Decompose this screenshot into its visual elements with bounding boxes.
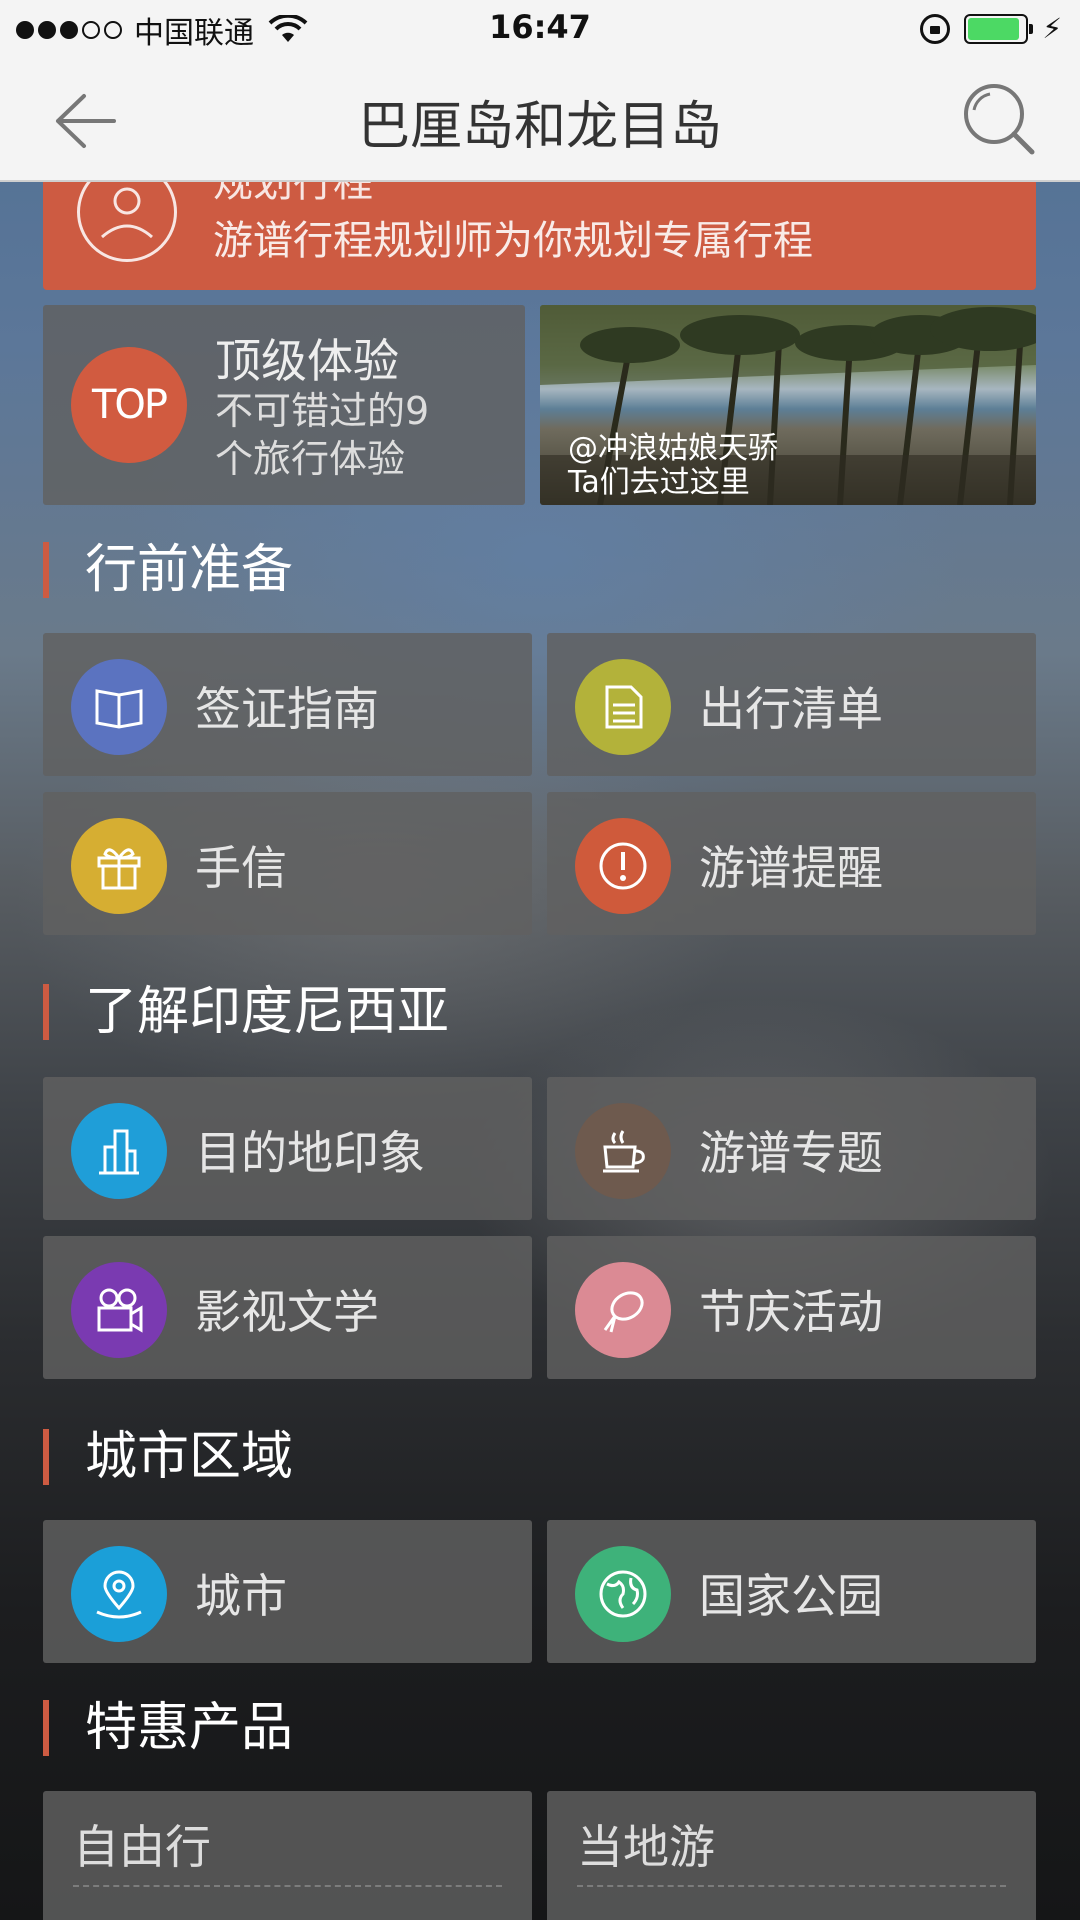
tile-cities[interactable]: 城市 (43, 1520, 532, 1663)
tile-visa-guide[interactable]: 签证指南 (43, 633, 532, 776)
lantern-icon (575, 1262, 671, 1358)
globe-icon (575, 1546, 671, 1642)
section-title-deals: 特惠产品 (43, 1700, 293, 1756)
navigation-bar: 巴厘岛和龙目岛 (0, 60, 1080, 182)
buildings-icon (71, 1103, 167, 1199)
tile-local-tours[interactable]: 当地游 (547, 1791, 1036, 1920)
tile-checklist[interactable]: 出行清单 (547, 633, 1036, 776)
section-title-indonesia: 了解印度尼西亚 (43, 984, 449, 1040)
scroll-content[interactable]: 规划行程 游谱行程规划师为你规划专属行程 TOP 顶级体验 不可错过的9个旅行体… (0, 182, 1080, 1920)
tile-label: 国家公园 (699, 1569, 883, 1623)
tile-national-parks[interactable]: 国家公园 (547, 1520, 1036, 1663)
film-camera-icon (71, 1262, 167, 1358)
tile-festivals[interactable]: 节庆活动 (547, 1236, 1036, 1379)
tile-label: 节庆活动 (699, 1285, 883, 1339)
tile-label: 游谱专题 (699, 1126, 883, 1180)
gift-icon (71, 818, 167, 914)
tile-label: 目的地印象 (195, 1126, 425, 1180)
alert-icon (575, 818, 671, 914)
dashed-divider (73, 1885, 502, 1887)
plan-itinerary-banner[interactable]: 规划行程 游谱行程规划师为你规划专属行程 (43, 182, 1036, 290)
dashed-divider (577, 1885, 1006, 1887)
tile-label: 出行清单 (699, 682, 883, 736)
traveler-photo-card[interactable]: @冲浪姑娘天骄 Ta们去过这里 (540, 305, 1036, 505)
clock: 16:47 (489, 8, 591, 46)
tile-film-literature[interactable]: 影视文学 (43, 1236, 532, 1379)
tile-souvenirs[interactable]: 手信 (43, 792, 532, 935)
status-right: ⚡ (920, 12, 1062, 45)
page-title: 巴厘岛和龙目岛 (357, 97, 722, 157)
search-icon[interactable] (960, 80, 1040, 160)
coffee-cup-icon (575, 1103, 671, 1199)
charging-icon: ⚡ (1042, 12, 1062, 45)
tile-label: 影视文学 (195, 1285, 379, 1339)
plan-title: 规划行程 (213, 182, 373, 206)
photo-caption-text: Ta们去过这里 (568, 465, 750, 500)
section-title-cities: 城市区域 (43, 1429, 293, 1485)
document-icon (575, 659, 671, 755)
tile-special-topics[interactable]: 游谱专题 (547, 1077, 1036, 1220)
tile-label: 签证指南 (195, 682, 379, 736)
tile-label: 手信 (195, 841, 287, 895)
battery-icon (964, 13, 1034, 44)
planner-person-icon (77, 182, 177, 262)
status-bar: 中国联通 16:47 ⚡ (0, 0, 1080, 60)
top-experience-subtitle: 不可错过的9个旅行体验 (215, 389, 430, 481)
tile-label: 当地游 (577, 1820, 715, 1874)
tile-independent-travel[interactable]: 自由行 (43, 1791, 532, 1920)
map-pin-icon (71, 1546, 167, 1642)
book-icon (71, 659, 167, 755)
tile-label: 游谱提醒 (699, 841, 883, 895)
section-title-prep: 行前准备 (43, 542, 293, 598)
top-badge-text: TOP (91, 382, 168, 428)
rotation-lock-icon (920, 13, 951, 44)
plan-subtitle: 游谱行程规划师为你规划专属行程 (213, 218, 813, 264)
tile-label: 自由行 (73, 1820, 211, 1874)
top-badge-icon: TOP (71, 347, 187, 463)
tile-destination-impressions[interactable]: 目的地印象 (43, 1077, 532, 1220)
top-experience-card[interactable]: TOP 顶级体验 不可错过的9个旅行体验 (43, 305, 525, 505)
tile-label: 城市 (195, 1569, 287, 1623)
tile-reminders[interactable]: 游谱提醒 (547, 792, 1036, 935)
top-experience-title: 顶级体验 (215, 334, 399, 388)
battery-level (968, 17, 1019, 40)
